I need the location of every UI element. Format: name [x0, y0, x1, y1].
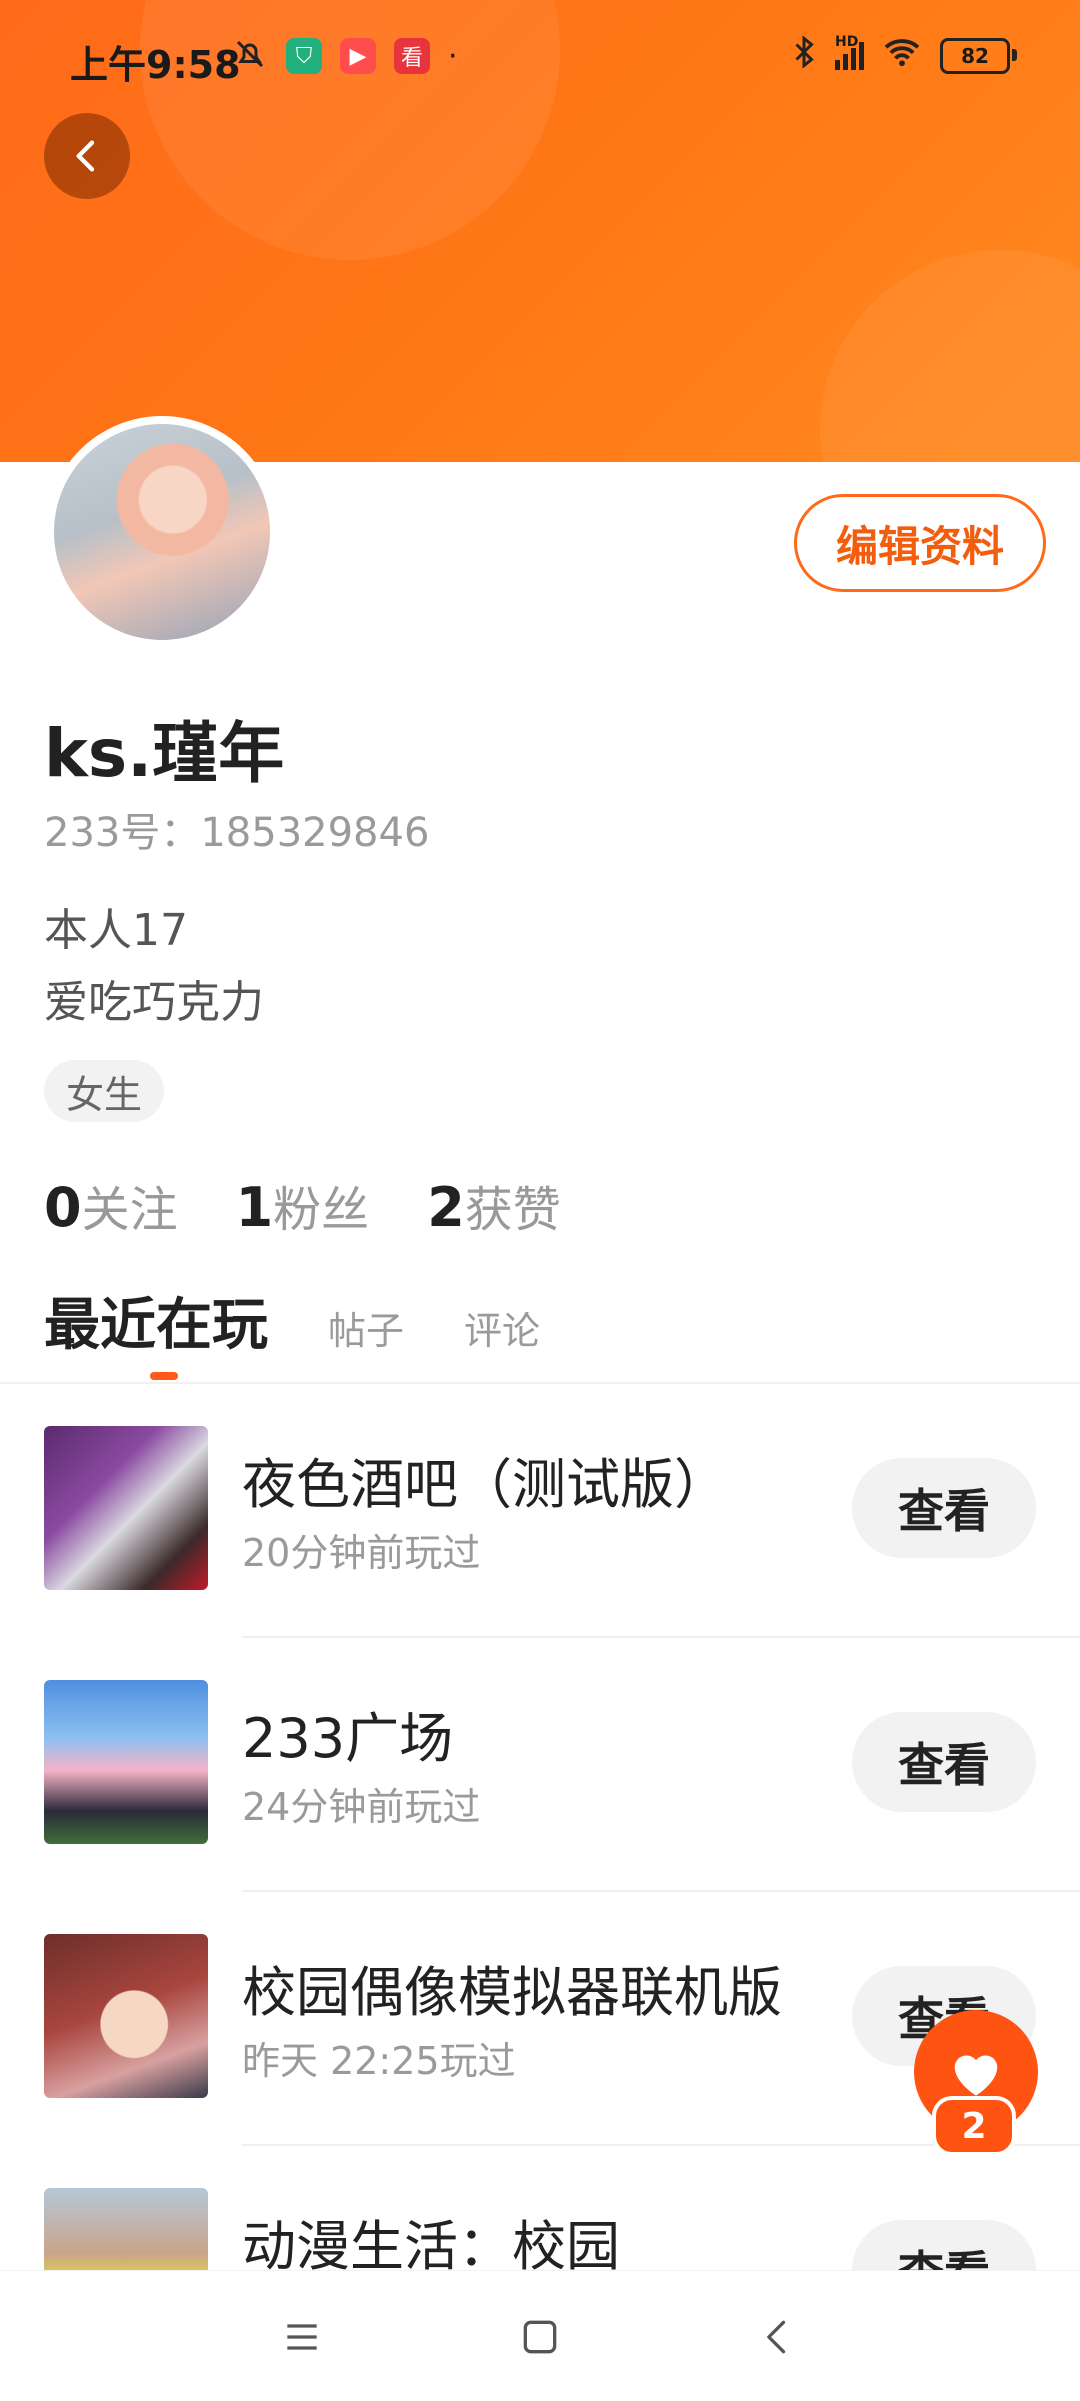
game-title: 校园偶像模拟器联机版 — [242, 1961, 782, 2024]
profile-tabs: 最近在玩 帖子 评论 — [44, 1280, 540, 1361]
battery-indicator: 82 — [940, 38, 1017, 74]
status-bar: 上午9:58 ⛉ ▶ 看 · HD 82 — [0, 0, 1080, 118]
news-app-icon: 看 — [394, 38, 430, 74]
list-item[interactable]: 233广场 24分钟前玩过 查看 — [0, 1638, 1080, 1892]
following-count: 0 — [44, 1176, 82, 1239]
view-button[interactable]: 查看 — [852, 1712, 1036, 1812]
stat-likes[interactable]: 2获赞 — [427, 1170, 561, 1240]
home-icon[interactable] — [518, 2315, 562, 2359]
followers-count: 1 — [235, 1176, 274, 1239]
game-title: 动漫生活：校园 — [242, 2215, 620, 2270]
followers-label: 粉丝 — [273, 1182, 370, 1238]
avatar-image — [54, 424, 270, 640]
game-thumbnail — [44, 2188, 208, 2270]
following-label: 关注 — [81, 1182, 178, 1238]
stat-followers[interactable]: 1粉丝 — [236, 1170, 370, 1240]
likes-count: 2 — [427, 1176, 465, 1239]
profile-stats: 0关注 1粉丝 2获赞 — [44, 1170, 561, 1240]
shield-app-icon: ⛉ — [286, 38, 322, 74]
game-thumbnail — [44, 1680, 208, 1844]
profile-bio-line: 本人17 — [44, 905, 188, 956]
game-last-played: 昨天 22:25玩过 — [242, 2039, 516, 2083]
heart-icon — [954, 2055, 998, 2096]
profile-id: 233号：185329846 — [44, 810, 430, 856]
game-last-played: 20分钟前玩过 — [242, 1531, 481, 1575]
game-title: 233广场 — [242, 1707, 454, 1770]
game-thumbnail — [44, 1934, 208, 2098]
wifi-icon — [882, 36, 922, 76]
tab-indicator — [150, 1372, 178, 1380]
edit-profile-button[interactable]: 编辑资料 — [794, 494, 1046, 592]
back-nav-icon[interactable] — [756, 2315, 800, 2359]
system-navigation-bar — [0, 2270, 1080, 2401]
chevron-left-icon — [76, 140, 95, 172]
gender-tag: 女生 — [44, 1060, 165, 1122]
bluetooth-icon — [791, 34, 817, 78]
tab-posts[interactable]: 帖子 — [328, 1300, 404, 1355]
more-notifications-dot: · — [448, 38, 458, 74]
signal-icon: HD — [835, 34, 864, 70]
view-button[interactable]: 查看 — [852, 2220, 1036, 2270]
likes-label: 获赞 — [464, 1182, 561, 1238]
game-thumbnail — [44, 1426, 208, 1590]
list-item[interactable]: 校园偶像模拟器联机版 昨天 22:25玩过 查看 — [0, 1892, 1080, 2146]
profile-bio-line: 爱吃巧克力 — [44, 977, 264, 1028]
list-item[interactable]: 夜色酒吧（测试版） 20分钟前玩过 查看 — [0, 1384, 1080, 1638]
like-count-badge: 2 — [932, 2096, 1016, 2156]
banner-decoration — [820, 250, 1080, 462]
menu-icon[interactable] — [280, 2315, 324, 2359]
avatar[interactable] — [46, 416, 278, 648]
list-item[interactable]: 动漫生活：校园 查看 — [0, 2146, 1080, 2270]
status-time: 上午9:58 — [70, 43, 241, 87]
network-type-label: HD — [835, 34, 859, 50]
stat-following[interactable]: 0关注 — [44, 1170, 178, 1240]
mute-icon — [232, 36, 268, 76]
back-button[interactable] — [44, 113, 130, 199]
tab-comments[interactable]: 评论 — [464, 1300, 540, 1355]
game-title: 夜色酒吧（测试版） — [242, 1453, 728, 1516]
tab-recently-played[interactable]: 最近在玩 — [44, 1280, 268, 1361]
view-button[interactable]: 查看 — [852, 1458, 1036, 1558]
recent-games-list: 夜色酒吧（测试版） 20分钟前玩过 查看 233广场 24分钟前玩过 查看 校园… — [0, 1384, 1080, 2270]
status-notification-icons: ⛉ ▶ 看 · — [232, 36, 458, 76]
status-system-icons: HD 82 — [791, 34, 1017, 78]
game-last-played: 24分钟前玩过 — [242, 1785, 481, 1829]
video-app-icon: ▶ — [340, 38, 376, 74]
profile-name: ks.瑾年 — [44, 715, 285, 792]
